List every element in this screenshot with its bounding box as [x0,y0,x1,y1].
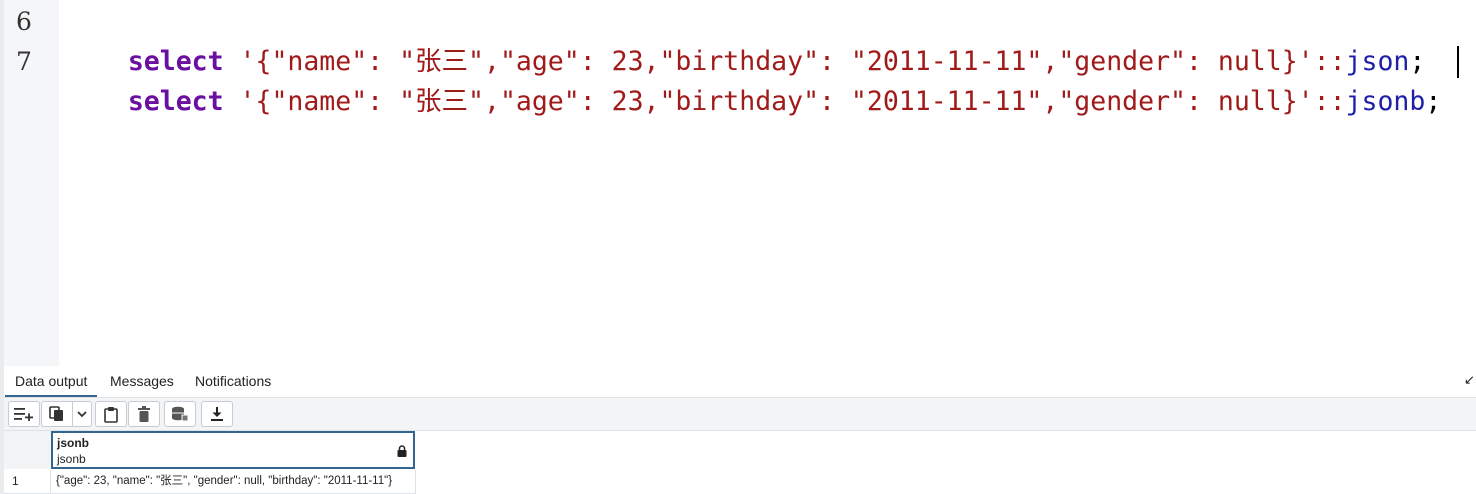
paste-icon [104,406,118,423]
query-editor[interactable]: 6 select '{"name": "张三","age": 23,"birth… [0,0,1476,366]
tab-notifications[interactable]: Notifications [185,366,281,395]
results-panel: Data output Messages Notifications ↙ jso… [0,366,1476,494]
statement-terminator: ; [1425,86,1442,117]
tab-data-output[interactable]: Data output [5,366,98,397]
text-cursor [1457,46,1459,78]
column-name: jsonb [57,436,89,450]
chevron-down-icon [77,411,87,418]
download-icon [211,407,223,421]
delete-button[interactable] [128,401,160,427]
json-literal: '{"name": "张三","age": 23,"birthday": "20… [239,86,1314,117]
copy-options-button[interactable] [72,401,92,427]
add-row-icon [14,408,33,421]
add-row-button[interactable] [8,401,40,427]
table-row[interactable]: 1 {"age": 23, "name": "张三", "gender": nu… [4,470,416,494]
cast-operator: :: [1313,86,1346,117]
results-toolbar [4,398,1476,431]
column-header-jsonb[interactable]: jsonb jsonb [51,431,415,469]
tab-messages[interactable]: Messages [100,366,184,395]
database-save-icon [172,406,189,422]
column-type: jsonb [57,452,86,466]
paste-button[interactable] [95,401,127,427]
row-number-header [4,431,52,469]
results-tabs: Data output Messages Notifications ↙ [4,366,1476,398]
code-line-7[interactable]: select '{"name": "张三","age": 23,"birthda… [64,42,1441,162]
save-data-button[interactable] [164,401,196,427]
table-cell[interactable]: {"age": 23, "name": "张三", "gender": null… [52,470,416,493]
trash-icon [138,406,150,422]
type-name: jsonb [1345,86,1426,117]
row-number: 1 [4,470,51,493]
line-number: 6 [16,7,32,36]
collapse-arrow-icon[interactable]: ↙ [1464,373,1475,386]
copy-button[interactable] [41,401,73,427]
sql-keyword: select [127,86,224,117]
results-grid: jsonb jsonb 1 {"age": 23, "name": "张三", … [4,431,1476,494]
copy-icon [49,406,63,421]
download-button[interactable] [201,401,233,427]
lock-icon [397,445,407,457]
line-number: 7 [16,47,32,76]
